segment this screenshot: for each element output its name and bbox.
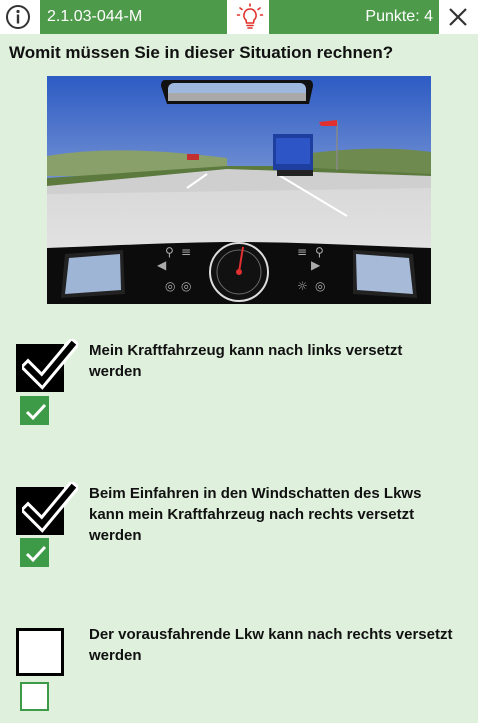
question-id: 2.1.03-044-M [40,0,227,34]
svg-text:▶: ▶ [311,258,321,272]
checkmark-icon [22,339,78,390]
svg-text:◀: ◀ [157,258,167,272]
svg-text:◎: ◎ [181,279,191,293]
question-text: Womit müssen Sie in dieser Situation rec… [9,43,394,62]
answer-checkbox-3[interactable] [16,628,64,676]
svg-text:◎: ◎ [165,279,175,293]
svg-text:◎: ◎ [315,279,325,293]
answer-text-3[interactable]: Der vorausfahrende Lkw kann nach rechts … [89,624,459,666]
checkmark-icon [25,545,47,563]
close-icon [449,8,467,26]
info-icon [6,5,30,29]
svg-text:☼: ☼ [297,279,308,293]
lightbulb-icon [236,3,264,29]
situation-image: ◀ ▶ ◎ ◎ ☼ ◎ ⚲ ≡ ≡ ⚲ [47,76,431,304]
answer-text-1[interactable]: Mein Kraftfahrzeug kann nach links verse… [89,340,459,382]
checkmark-icon [25,403,47,421]
close-button[interactable] [442,2,474,32]
solution-checkbox-3 [20,682,49,711]
svg-text:⚲: ⚲ [315,245,324,259]
points-label: Punkte: 4 [269,0,439,34]
answer-text-2[interactable]: Beim Einfahren in den Windschatten des L… [89,483,459,546]
svg-text:≡: ≡ [297,245,307,259]
answer-checkbox-2[interactable] [16,482,78,535]
solution-checkbox-2 [20,538,49,567]
svg-text:≡: ≡ [181,245,191,259]
top-bar: 2.1.03-044-M Punkte: 4 [0,0,478,34]
answer-checkbox-1[interactable] [16,339,78,392]
solution-checkbox-1 [20,396,49,425]
hint-button[interactable] [231,0,269,34]
svg-text:⚲: ⚲ [165,245,174,259]
checkmark-icon [22,482,78,533]
info-button[interactable] [4,3,32,31]
